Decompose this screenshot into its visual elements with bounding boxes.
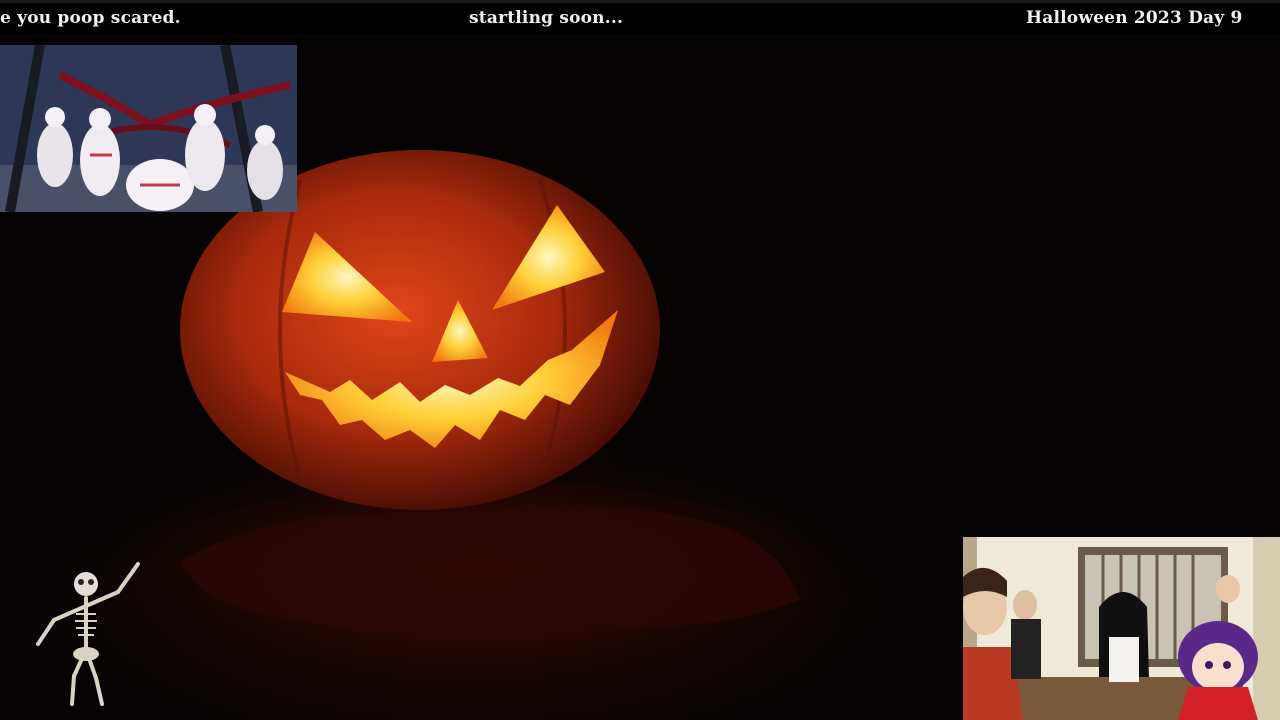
stream-scene: e you poop scared. startling soon... Hal… xyxy=(0,0,1280,720)
ticker-event-title: Halloween 2023 Day 9 xyxy=(1026,8,1243,28)
anime-clip-overlay-top-left xyxy=(0,45,297,212)
anime-characters-scene-art xyxy=(963,537,1280,720)
dancing-skeleton-icon xyxy=(36,562,140,706)
anime-clip-overlay-bottom-right xyxy=(963,537,1280,720)
creatures-scene-art xyxy=(0,45,297,212)
ticker-status-text: startling soon... xyxy=(469,8,624,28)
ticker-bar: e you poop scared. startling soon... Hal… xyxy=(0,0,1280,34)
ticker-left-text: e you poop scared. xyxy=(0,8,181,28)
